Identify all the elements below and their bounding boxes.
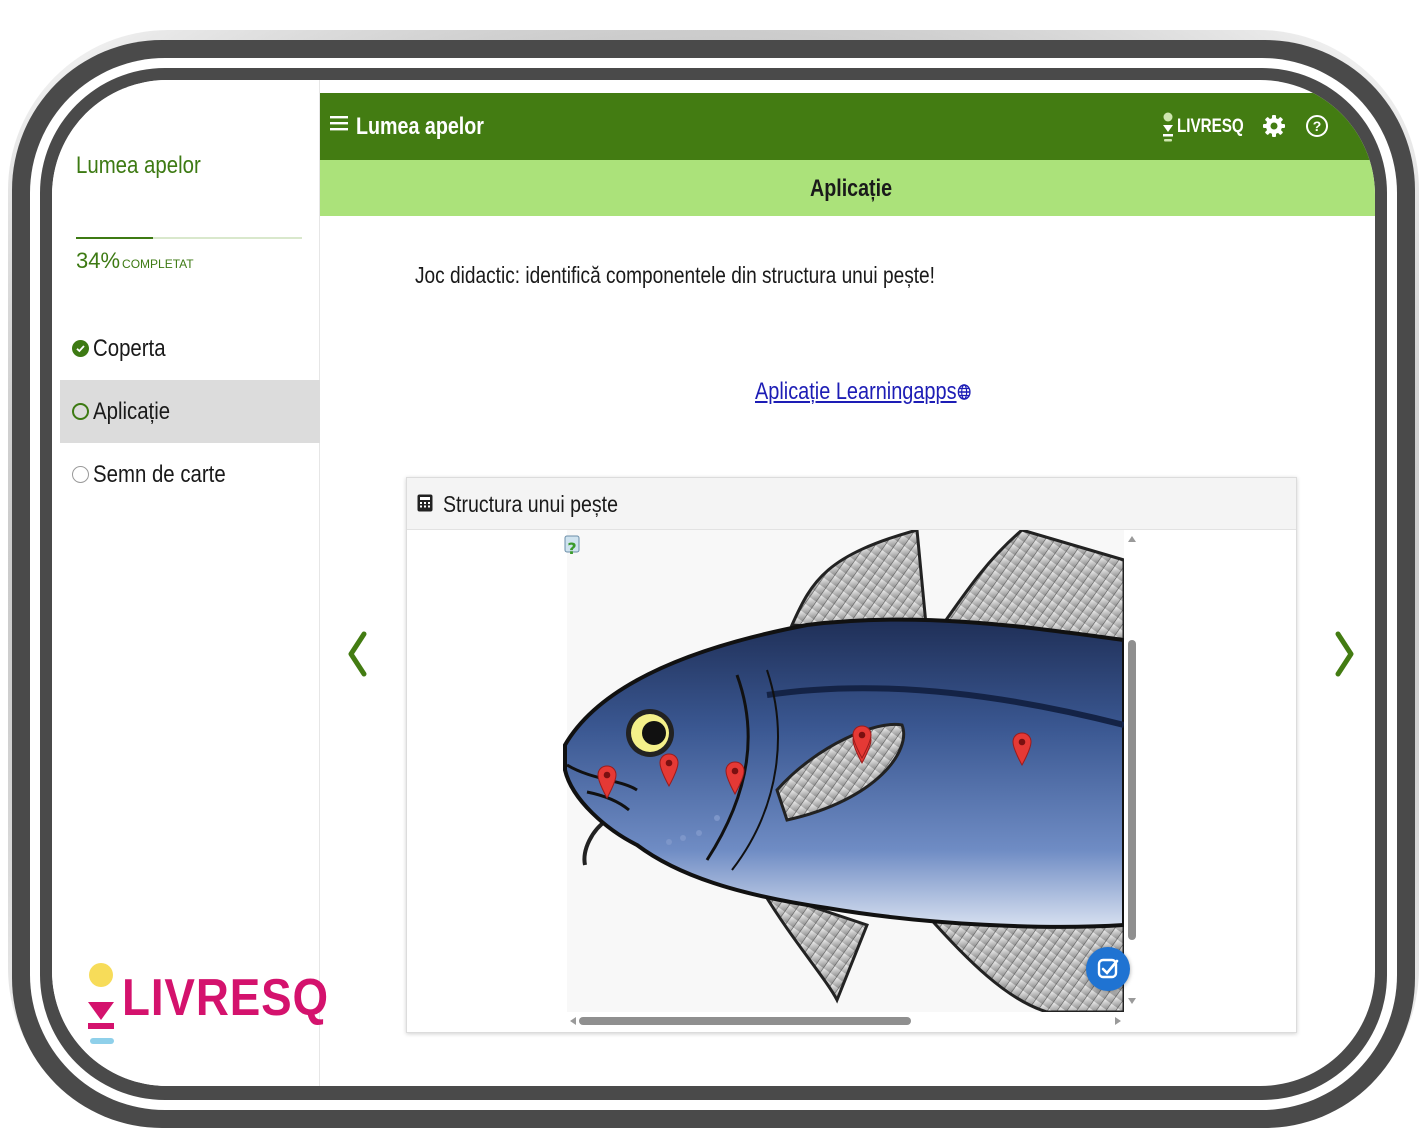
app-screen: Lumea apelor 34% COMPLETAT Coperta Aplica… <box>52 80 1375 1086</box>
app-title: Lumea apelor <box>356 113 484 140</box>
livresq-mini-icon <box>1163 112 1173 142</box>
circle-outline-icon <box>72 466 89 483</box>
learningapps-widget: Structura unui pește ? <box>406 477 1297 1033</box>
calculator-icon <box>417 494 433 512</box>
livresq-logo: LIVRESQ <box>82 958 328 1053</box>
map-pin-icon[interactable] <box>597 765 617 800</box>
toc-item-label: Aplicație <box>93 397 171 425</box>
progress-bar <box>76 237 302 239</box>
map-pin-icon[interactable] <box>725 761 745 796</box>
toc-item-label: Semn de carte <box>93 460 226 488</box>
toc-item-coperta[interactable]: Coperta <box>60 317 320 380</box>
map-pin-icon[interactable] <box>659 753 679 788</box>
globe-icon <box>957 384 971 400</box>
marker-layer <box>597 725 1032 800</box>
toc-item-label: Coperta <box>93 334 166 362</box>
book-title: Lumea apelor <box>76 152 201 179</box>
widget-canvas[interactable]: ? <box>407 530 1296 1032</box>
chevron-right-icon[interactable] <box>1330 626 1360 682</box>
sidebar: Lumea apelor 34% COMPLETAT Coperta Aplica… <box>52 80 328 1086</box>
livresq-logo-icon <box>88 963 114 1044</box>
check-circle-icon <box>72 340 89 357</box>
learningapps-link-text: Aplicație Learningapps <box>755 378 957 405</box>
widget-title: Structura unui pește <box>443 491 618 517</box>
toc-item-semn-de-carte[interactable]: Semn de carte <box>60 443 320 506</box>
map-pin-icon[interactable] <box>852 725 872 760</box>
help-icon[interactable]: ? <box>1306 115 1328 137</box>
livresq-brand-link[interactable]: LIVRESQ <box>1162 111 1260 143</box>
map-pin-icon[interactable] <box>1012 732 1032 767</box>
vertical-scrollbar[interactable] <box>1124 530 1140 1012</box>
check-icon <box>1097 958 1119 979</box>
section-header: Aplicație <box>320 160 1375 216</box>
gear-icon[interactable] <box>1260 112 1288 140</box>
progress-bar-fill <box>76 237 153 239</box>
hamburger-icon[interactable] <box>330 113 348 137</box>
check-answers-button[interactable] <box>1086 947 1130 991</box>
brand-text: LIVRESQ <box>1177 116 1244 137</box>
circle-outline-icon <box>72 403 89 420</box>
horizontal-scrollbar[interactable] <box>567 1012 1124 1030</box>
chevron-left-icon[interactable] <box>342 626 372 682</box>
progress-percent: 34% <box>76 248 121 273</box>
toc-item-aplicatie[interactable]: Aplicație <box>60 380 320 443</box>
widget-header: Structura unui pește <box>407 478 1296 530</box>
top-bar: Lumea apelor LIVRESQ ? <box>320 93 1375 160</box>
learningapps-link[interactable]: Aplicație Learningapps <box>755 378 971 406</box>
progress-complete-label: COMPLETAT <box>122 257 194 271</box>
task-instructions: Joc didactic: identifică componentele di… <box>415 262 935 288</box>
livresq-logo-text: LIVRESQ <box>122 969 330 1027</box>
section-title: Aplicație <box>809 175 893 202</box>
progress-label: 34% COMPLETAT <box>76 248 194 274</box>
